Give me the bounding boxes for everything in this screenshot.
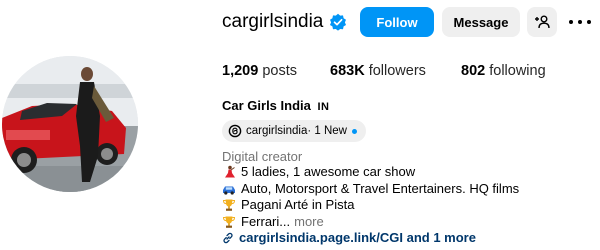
trophy-emoji-icon [222,216,236,228]
profile-bio: 5 ladies, 1 awesome car show Auto, Motor… [222,164,519,230]
full-name-text: Car Girls India [222,98,311,113]
threads-new-count: · 1 New [307,125,347,137]
trophy-emoji-icon [222,199,236,212]
posts-count: 1,209 [222,63,259,79]
profile-username: cargirlsindia [222,11,324,32]
profile-category: Digital creator [222,149,303,164]
verified-badge-icon [330,13,347,31]
name-badge: IN [317,101,330,113]
message-button[interactable]: Message [442,7,520,37]
profile-avatar[interactable] [2,56,138,192]
suggested-accounts-button[interactable] [527,7,557,37]
bio-line2-text: Auto, Motorsport & Travel Entertainers. … [241,180,520,196]
more-options-button[interactable] [569,12,591,32]
bio-more-link[interactable]: more [294,214,324,231]
stat-followers[interactable]: 683K followers [330,63,426,79]
bio-line: Pagani Arté in Pista [222,197,519,214]
external-link[interactable]: cargirlsindia.page.link/CGI and 1 more [222,230,476,245]
profile-full-name: Car Girls India IN [222,98,330,113]
dancer-emoji-icon [225,165,235,178]
bio-line: Auto, Motorsport & Travel Entertainers. … [222,181,519,198]
more-options-icon [569,20,573,24]
bio-line: 5 ladies, 1 awesome car show [222,164,519,181]
bio-line3-text: Pagani Arté in Pista [241,197,355,212]
stat-posts: 1,209 posts [222,63,297,79]
bio-line: Ferrari... more [222,214,519,231]
threads-handle: cargirlsindia [246,125,308,137]
profile-header: cargirlsindia [222,9,347,35]
avatar-photo [2,56,138,192]
following-label: following [489,63,546,79]
follow-button[interactable]: Follow [360,7,434,37]
new-indicator-dot [351,128,357,134]
following-count: 802 [461,63,486,79]
threads-link-pill[interactable]: cargirlsindia · 1 New [222,120,366,142]
add-person-icon [535,15,550,29]
threads-icon [228,124,242,138]
bio-line1-text: 5 ladies, 1 awesome car show [241,164,416,179]
link-icon [223,232,233,243]
stat-following[interactable]: 802 following [461,63,546,79]
followers-label: followers [368,63,426,79]
bio-line4-text: Ferrari... [241,213,291,229]
car-emoji-icon [223,186,235,195]
followers-count: 683K [330,63,365,79]
posts-label: posts [262,63,297,79]
external-link-text: cargirlsindia.page.link/CGI and 1 more [239,230,476,245]
